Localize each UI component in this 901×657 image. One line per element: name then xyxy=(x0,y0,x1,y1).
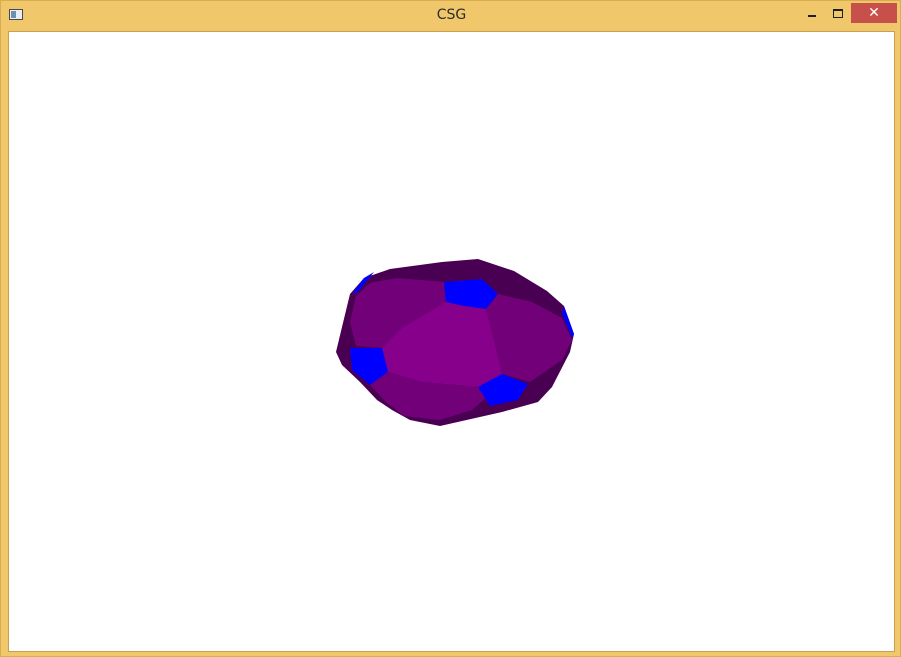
maximize-icon xyxy=(833,8,843,18)
maximize-button[interactable] xyxy=(826,3,850,23)
render-viewport[interactable] xyxy=(8,31,895,652)
minimize-icon xyxy=(808,15,816,17)
window-title: CSG xyxy=(436,7,467,23)
close-button[interactable]: ✕ xyxy=(851,3,897,23)
title-bar[interactable]: CSG ✕ xyxy=(1,1,901,31)
app-window: CSG ✕ xyxy=(0,0,901,657)
minimize-button[interactable] xyxy=(800,3,824,23)
close-icon: ✕ xyxy=(868,5,880,21)
csg-3d-model[interactable] xyxy=(9,32,894,651)
